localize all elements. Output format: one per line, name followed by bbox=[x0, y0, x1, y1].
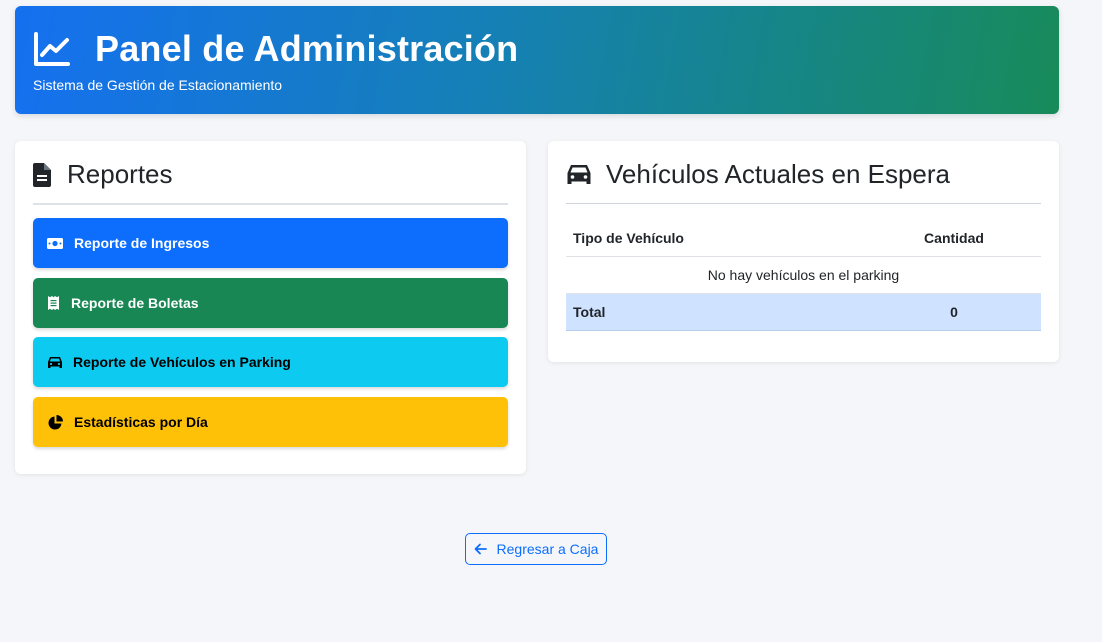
money-bill-icon bbox=[47, 235, 63, 251]
daily-stats-label: Estadísticas por Día bbox=[74, 414, 208, 430]
reports-title: Reportes bbox=[67, 159, 173, 189]
column-header-vehicle-type: Tipo de Vehículo bbox=[566, 220, 867, 257]
vehicles-card: Vehículos Actuales en Espera Tipo de Veh… bbox=[548, 141, 1059, 362]
daily-stats-button[interactable]: Estadísticas por Día bbox=[33, 397, 508, 447]
car-icon bbox=[47, 354, 63, 370]
chart-line-icon bbox=[34, 32, 70, 66]
chart-pie-icon bbox=[47, 414, 63, 430]
page-header: Panel de Administración Sistema de Gesti… bbox=[15, 6, 1059, 114]
empty-message: No hay vehículos en el parking bbox=[566, 256, 1041, 294]
reports-divider bbox=[33, 203, 508, 205]
vehicles-card-header: Vehículos Actuales en Espera bbox=[566, 159, 950, 190]
table-row: No hay vehículos en el parking bbox=[566, 256, 1041, 294]
receipts-report-label: Reporte de Boletas bbox=[71, 295, 199, 311]
vehicles-report-label: Reporte de Vehículos en Parking bbox=[73, 354, 291, 370]
reports-card-header: Reportes bbox=[33, 159, 173, 190]
page-subtitle: Sistema de Gestión de Estacionamiento bbox=[33, 77, 283, 93]
income-report-label: Reporte de Ingresos bbox=[74, 235, 210, 251]
header-title-row: Panel de Administración bbox=[33, 28, 518, 70]
back-to-cashier-button[interactable]: Regresar a Caja bbox=[465, 533, 607, 565]
table-header-row: Tipo de Vehículo Cantidad bbox=[566, 220, 1041, 257]
total-row: Total 0 bbox=[566, 293, 1041, 331]
page-title: Panel de Administración bbox=[95, 28, 519, 69]
column-header-quantity: Cantidad bbox=[867, 220, 1041, 257]
receipts-report-button[interactable]: Reporte de Boletas bbox=[33, 278, 508, 328]
total-value: 0 bbox=[867, 293, 1041, 331]
total-label: Total bbox=[566, 293, 867, 331]
income-report-button[interactable]: Reporte de Ingresos bbox=[33, 218, 508, 268]
receipt-icon bbox=[45, 295, 61, 311]
file-icon bbox=[33, 162, 51, 187]
vehicles-title: Vehículos Actuales en Espera bbox=[606, 159, 951, 189]
arrow-left-icon bbox=[474, 543, 487, 555]
car-icon bbox=[567, 164, 591, 184]
vehicles-report-button[interactable]: Reporte de Vehículos en Parking bbox=[33, 337, 508, 387]
vehicles-divider bbox=[566, 203, 1041, 204]
vehicles-table: Tipo de Vehículo Cantidad No hay vehícul… bbox=[566, 220, 1041, 331]
reports-card: Reportes Reporte de Ingresos Reporte de … bbox=[15, 141, 526, 474]
back-button-label: Regresar a Caja bbox=[496, 541, 599, 557]
